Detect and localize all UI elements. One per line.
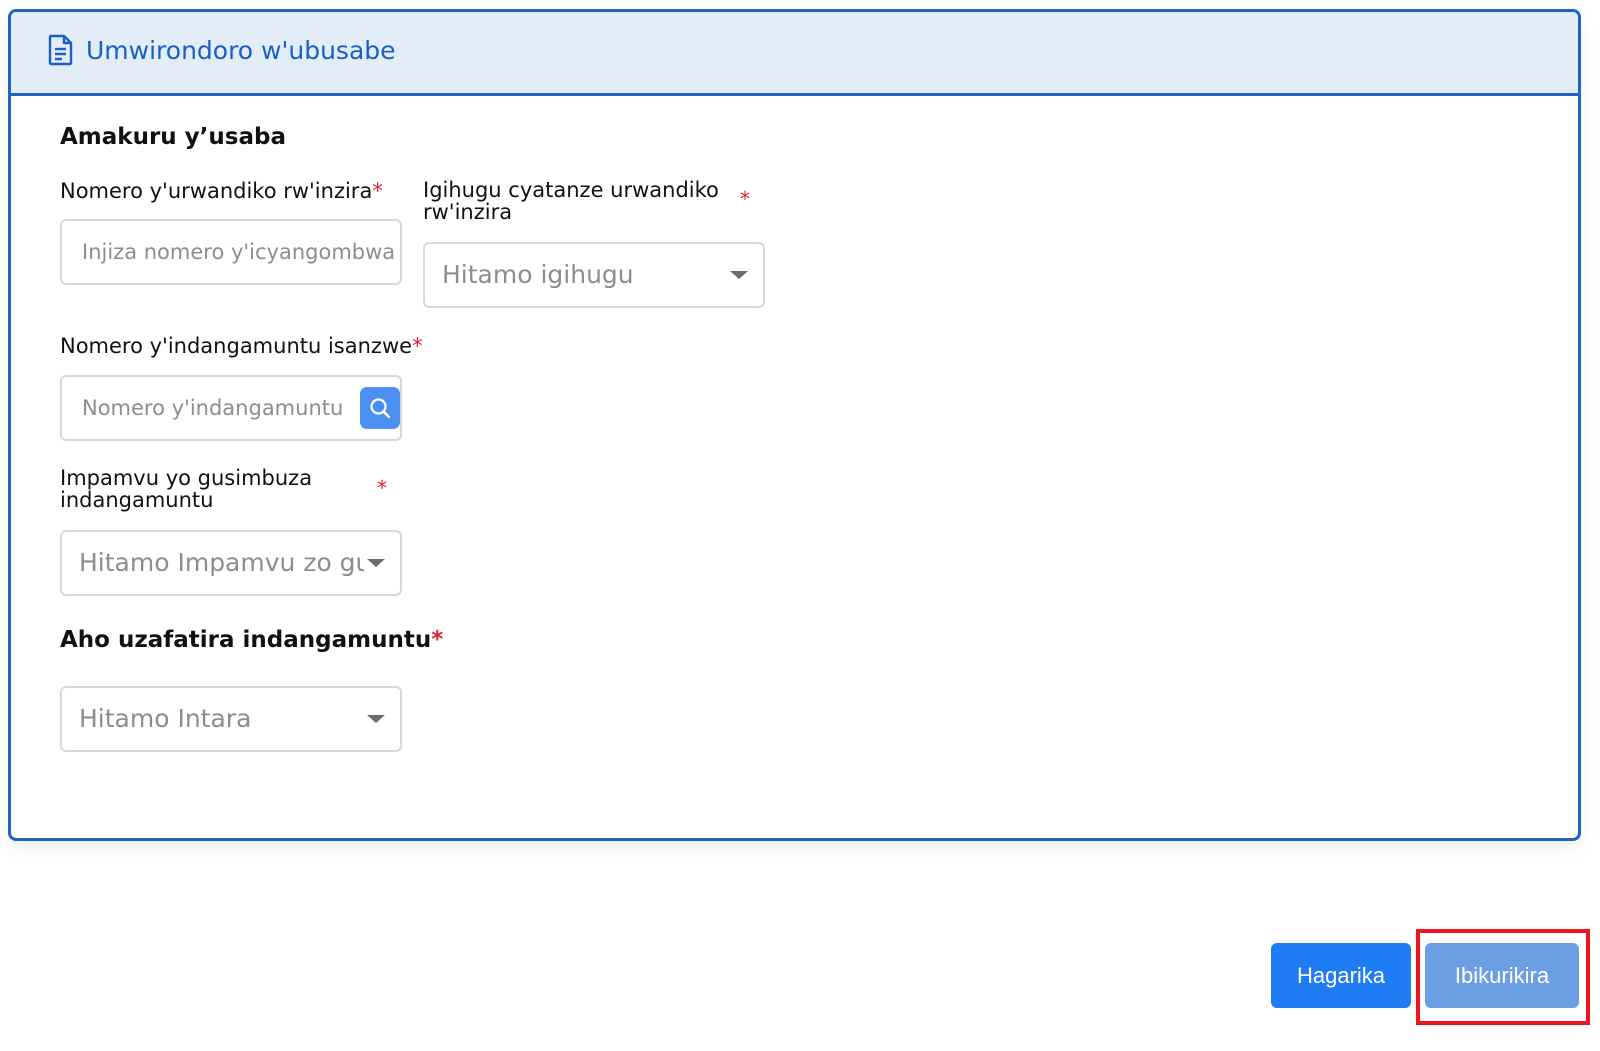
province-placeholder: Hitamo Intara [79,704,252,733]
replacement-reason-select[interactable]: Hitamo Impamvu zo gus [60,530,402,596]
section-title: Amakuru y’usaba [60,124,286,150]
existing-id-input[interactable]: Nomero y'indangamuntu i [60,375,402,441]
required-mark: * [372,179,383,203]
search-button[interactable] [360,387,400,429]
chevron-down-icon [367,559,385,567]
application-profile-card: Umwirondoro w'ubusabe Amakuru y’usaba No… [8,9,1581,841]
issuing-country-select[interactable]: Hitamo igihugu [423,242,765,308]
required-mark: * [377,476,387,500]
required-mark: * [431,627,444,653]
replacement-reason-label: Impamvu yo gusimbuza indangamuntu [60,466,313,512]
replacement-reason-placeholder: Hitamo Impamvu zo gus [79,548,364,577]
passport-number-placeholder: Injiza nomero y'icyangombwa [82,240,396,264]
passport-number-input[interactable]: Injiza nomero y'icyangombwa [60,219,402,285]
chevron-down-icon [730,271,748,279]
document-icon [48,34,73,66]
existing-id-label: Nomero y'indangamuntu isanzwe* [60,334,423,358]
pickup-location-title: Aho uzafatira indangamuntu* [60,627,444,653]
card-title: Umwirondoro w'ubusabe [86,36,396,65]
search-icon [370,398,391,419]
passport-number-label: Nomero y'urwandiko rw'inzira* [60,179,383,203]
existing-id-placeholder: Nomero y'indangamuntu i [82,396,344,420]
chevron-down-icon [367,715,385,723]
province-select[interactable]: Hitamo Intara [60,686,402,752]
required-mark: * [412,334,423,358]
cancel-button[interactable]: Hagarika [1271,943,1411,1008]
required-mark: * [740,187,750,211]
card-header: Umwirondoro w'ubusabe [11,12,1578,96]
issuing-country-label: Igihugu cyatanze urwandiko rw'inzira [423,178,719,224]
highlight-box [1416,929,1590,1025]
issuing-country-placeholder: Hitamo igihugu [442,260,634,289]
